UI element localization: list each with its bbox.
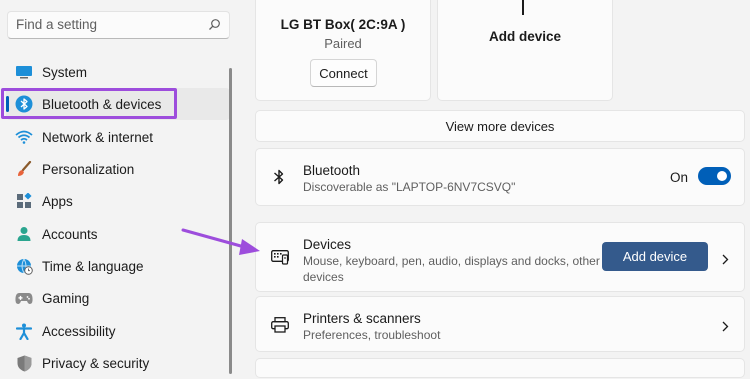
connect-button[interactable]: Connect: [310, 59, 377, 87]
chevron-right-icon[interactable]: [722, 252, 729, 270]
toggle-knob: [717, 171, 727, 181]
next-settings-row[interactable]: [255, 358, 745, 378]
device-card[interactable]: LG BT Box( 2C:9A ) Paired Connect: [255, 0, 431, 101]
sidebar-item-accessibility[interactable]: Accessibility: [6, 315, 230, 347]
wifi-icon: [14, 127, 34, 147]
sidebar-item-label: Time & language: [42, 258, 144, 274]
apps-icon: [14, 191, 34, 211]
system-display-icon: [14, 62, 34, 82]
add-icon-stem: [522, 0, 524, 15]
sidebar-item-label: Accounts: [42, 226, 98, 242]
sidebar-item-label: System: [42, 64, 88, 80]
sidebar-item-label: Privacy & security: [42, 355, 150, 371]
add-device-label: Add device: [488, 29, 562, 44]
search-icon[interactable]: [208, 18, 221, 36]
brush-icon: [14, 159, 34, 179]
add-device-button[interactable]: Add device: [602, 242, 708, 271]
add-device-card[interactable]: Add device: [437, 0, 613, 101]
bluetooth-toggle[interactable]: [698, 167, 731, 185]
settings-search-box[interactable]: [7, 11, 230, 39]
sidebar-item-label: Personalization: [42, 161, 135, 177]
sidebar-item-apps[interactable]: Apps: [6, 185, 230, 217]
globe-clock-icon: [14, 256, 34, 276]
view-more-devices-button[interactable]: View more devices: [255, 110, 745, 142]
sidebar-scrollbar[interactable]: [229, 68, 232, 374]
toggle-state-label: On: [670, 170, 689, 185]
annotation-arrow-icon: [181, 228, 260, 255]
printers-title: Printers & scanners: [303, 311, 421, 326]
bluetooth-row: Bluetooth Discoverable as "LAPTOP-6NV7CS…: [255, 148, 745, 206]
sidebar-item-label: Gaming: [42, 290, 90, 306]
printers-scanners-row[interactable]: Printers & scanners Preferences, trouble…: [255, 296, 745, 352]
device-name: LG BT Box( 2C:9A ): [280, 17, 406, 32]
sidebar-item-label: Apps: [42, 193, 73, 209]
sidebar-item-label: Accessibility: [42, 323, 116, 339]
device-status: Paired: [324, 36, 362, 51]
sidebar-item-personalization[interactable]: Personalization: [6, 153, 230, 185]
bluetooth-title: Bluetooth: [303, 163, 361, 178]
view-more-label: View more devices: [445, 119, 555, 134]
search-input[interactable]: [16, 17, 201, 32]
devices-subtitle-line2: devices: [303, 270, 344, 284]
devices-title: Devices: [303, 237, 352, 252]
bluetooth-subtitle: Discoverable as "LAPTOP-6NV7CSVQ": [303, 180, 516, 194]
accessibility-icon: [14, 321, 34, 341]
keyboard-devices-icon: [271, 250, 289, 270]
sidebar-item-label: Network & internet: [42, 129, 154, 145]
person-icon: [14, 224, 34, 244]
sidebar-item-network[interactable]: Network & internet: [6, 121, 230, 153]
shield-icon: [14, 353, 34, 373]
sidebar-item-gaming[interactable]: Gaming: [6, 282, 230, 314]
sidebar-item-system[interactable]: System: [6, 56, 230, 88]
devices-subtitle-line1: Mouse, keyboard, pen, audio, displays an…: [303, 254, 600, 268]
selection-highlight-box: [1, 88, 177, 119]
sidebar-item-privacy-security[interactable]: Privacy & security: [6, 347, 230, 379]
printer-icon: [271, 317, 289, 338]
printers-subtitle: Preferences, troubleshoot: [303, 328, 441, 342]
bluetooth-symbol-icon: [272, 168, 286, 191]
chevron-right-icon[interactable]: [722, 319, 729, 337]
gamepad-icon: [14, 288, 34, 308]
